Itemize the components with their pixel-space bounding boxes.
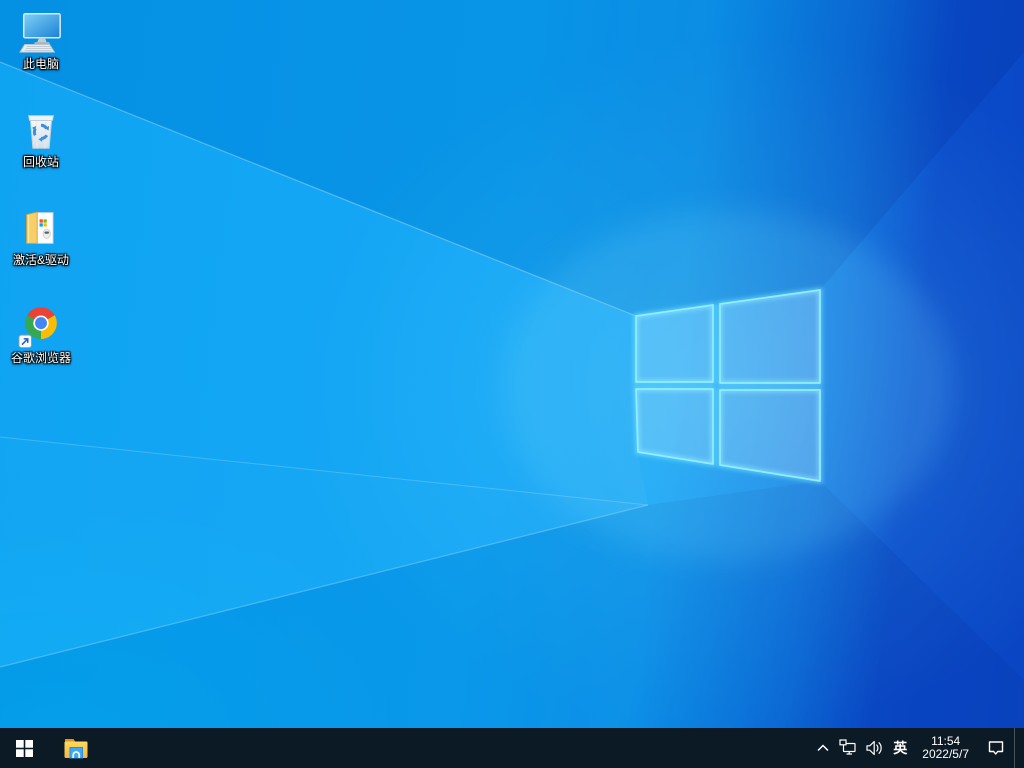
- shortcut-arrow-badge: [18, 334, 32, 349]
- hidden-icons-chevron-button[interactable]: [811, 728, 835, 768]
- speaker-volume-icon: [866, 740, 883, 756]
- desktop-icon-label: 激活&驱动: [12, 253, 69, 267]
- recycle-bin-icon: [27, 115, 55, 149]
- desktop-icon-this-pc[interactable]: 此电脑: [5, 8, 77, 93]
- desktop-icon-google-chrome[interactable]: 谷歌浏览器: [5, 302, 77, 387]
- desktop-wallpaper: 此电脑 回收站 激活&驱动 谷歌浏览器 英 11:54 2022/5/7: [0, 0, 1024, 768]
- system-tray: 英 11:54 2022/5/7: [811, 728, 1024, 768]
- open-folder-icon: [26, 211, 54, 244]
- windows-logo-icon: [15, 739, 33, 757]
- clock-date: 2022/5/7: [922, 747, 969, 761]
- input-method-indicator[interactable]: 英: [887, 728, 913, 768]
- chrome-icon: [18, 307, 57, 349]
- file-explorer-button[interactable]: [52, 728, 100, 768]
- action-center-bubble-icon: [988, 741, 1004, 755]
- network-tray-button[interactable]: [835, 728, 861, 768]
- show-desktop-button[interactable]: [1014, 728, 1024, 768]
- desktop-icon-label: 谷歌浏览器: [10, 351, 71, 365]
- this-pc-icon: [19, 13, 61, 53]
- file-explorer-icon: [64, 739, 88, 759]
- clock-time: 11:54: [931, 733, 961, 748]
- desktop-icon-grid: 此电脑 回收站 激活&驱动 谷歌浏览器: [5, 8, 77, 387]
- desktop-icon-label: 此电脑: [22, 57, 59, 71]
- desktop-icon-recycle-bin[interactable]: 回收站: [5, 106, 77, 191]
- taskbar-clock[interactable]: 11:54 2022/5/7: [913, 728, 978, 768]
- start-button[interactable]: [0, 728, 48, 768]
- windows-logo-wallpaper-art: [0, 0, 1024, 768]
- desktop-icon-activation-drivers[interactable]: 激活&驱动: [5, 204, 77, 289]
- action-center-button[interactable]: [978, 728, 1014, 768]
- taskbar: 英 11:54 2022/5/7: [0, 728, 1024, 768]
- windows-flag-logo: [633, 287, 823, 484]
- desktop-icon-label: 回收站: [22, 155, 59, 169]
- volume-tray-button[interactable]: [861, 728, 887, 768]
- ethernet-network-icon: [839, 739, 856, 755]
- chevron-up-icon: [817, 744, 829, 752]
